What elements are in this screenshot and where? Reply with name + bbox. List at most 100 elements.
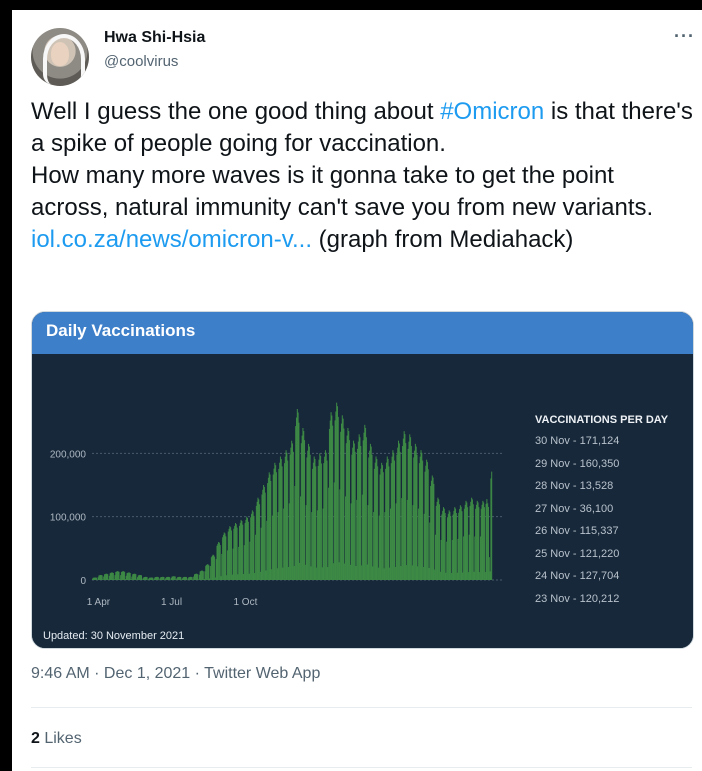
bar [146,577,148,580]
bar [135,574,137,580]
bar [365,437,367,580]
tweet-text-intro: Well I guess the one good thing about [31,98,441,125]
hashtag-link[interactable]: #Omicron [440,98,544,125]
graph-credit: (graph from Mediahack) [311,226,574,253]
bar [174,576,176,580]
bar [450,515,452,580]
bar [416,454,418,580]
bar [124,571,126,580]
bar [287,460,289,580]
bar [107,574,109,580]
bar [410,445,412,580]
bar [197,574,199,580]
bar [444,512,446,580]
divider [31,767,692,768]
bar [157,577,159,580]
chart-title: Daily Vaccinations [32,312,693,354]
bar [225,536,227,580]
timestamp[interactable]: 9:46 AM · Dec 1, 2021 · Twitter Web App [31,665,320,683]
bar [405,443,407,580]
bar [349,440,351,580]
tweet-text: Well I guess the one good thing about #O… [31,96,696,256]
avatar-face [51,42,69,66]
likes-number: 2 [31,730,40,747]
bar [377,466,379,580]
x-tick-label: 1 Apr [87,597,111,608]
bar [270,480,272,580]
avatar[interactable] [31,28,89,86]
bar [247,521,249,580]
bar [259,504,261,580]
y-tick-label: 0 [80,576,86,587]
bar [438,504,440,580]
divider [31,707,692,708]
bar [242,524,244,580]
bar [354,451,356,580]
article-link[interactable]: iol.co.za/news/omicron-v... [31,226,312,253]
updated-note: Updated: 30 November 2021 [43,630,185,642]
bar [219,545,221,580]
x-tick-label: 1 Jul [161,597,182,608]
legend: VACCINATIONS PER DAY 30 Nov - 171,124 29… [535,414,685,610]
bar [152,577,154,580]
bar [309,454,311,580]
bar [180,577,182,580]
bar [214,556,216,580]
bar [96,577,98,580]
bar [140,575,142,580]
y-tick-label: 100,000 [50,513,87,524]
bar [472,504,474,580]
bar [230,530,232,580]
legend-item: 28 Nov - 13,528 [535,480,614,492]
likes-count[interactable]: 2 Likes [31,730,82,748]
legend-title: VACCINATIONS PER DAY [535,414,669,426]
bar [422,460,424,580]
bar [427,469,429,580]
likes-label: Likes [39,730,82,747]
legend-item: 30 Nov - 171,124 [535,435,620,447]
bar [382,472,384,580]
bar [461,511,463,580]
bar [343,428,345,580]
bar [399,451,401,580]
bar [483,507,485,580]
user-name[interactable]: Hwa Shi-Hsia [104,29,205,47]
tweet-paragraph-1: Well I guess the one good thing about #O… [31,96,696,160]
bar [478,507,480,580]
x-tick-label: 1 Oct [233,597,257,608]
bar [394,460,396,580]
bar [169,577,171,580]
bar [292,451,294,580]
y-tick-label: 200,000 [50,449,87,460]
bar [337,416,339,580]
legend-item: 26 Nov - 115,337 [535,525,619,537]
bar [236,527,238,580]
bar [281,466,283,580]
tweet-card: Hwa Shi-Hsia @coolvirus ··· Well I guess… [12,10,702,771]
bar [491,471,493,580]
chart-area: 0 100,000 200,000 1 Apr 1 Jul 1 Oct VACCINATI… [32,354,693,648]
legend-item: 23 Nov - 120,212 [535,592,620,605]
legend-item: 29 Nov - 160,350 [535,457,620,470]
bar [371,454,373,580]
user-handle[interactable]: @coolvirus [104,53,178,70]
media-image[interactable]: Daily Vaccinations 0 100,000 200,000 1 Apr 1… [31,311,694,649]
bar [467,507,469,580]
ellipsis-icon[interactable]: ··· [674,26,695,47]
bar [253,515,255,580]
legend-item: 24 Nov - 127,704 [535,570,620,582]
bar [112,573,114,580]
bar [320,463,322,580]
bar [315,466,317,580]
bar [360,445,362,580]
bar [264,492,266,580]
bar [129,573,131,580]
bar [433,483,435,580]
bar [101,575,103,580]
tweet-paragraph-3: iol.co.za/news/omicron-v... (graph from … [31,224,696,256]
legend-item: 27 Nov - 36,100 [535,502,614,515]
bar [208,565,210,580]
bar [118,571,120,580]
bar [275,472,277,580]
legend-item: 25 Nov - 121,220 [535,547,620,560]
